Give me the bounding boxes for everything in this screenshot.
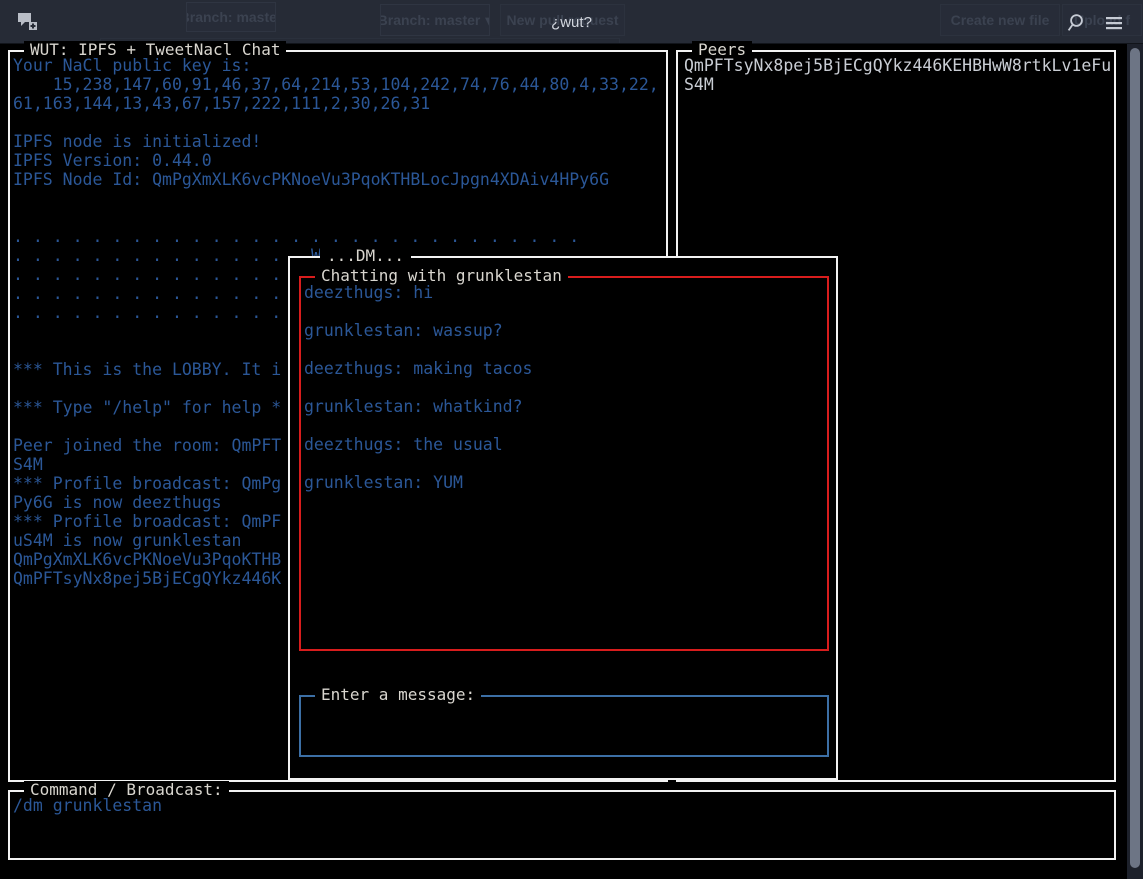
command-broadcast-input[interactable]: /dm grunklestan xyxy=(10,796,1114,815)
vertical-scrollbar-thumb[interactable] xyxy=(1130,48,1140,868)
command-broadcast-panel[interactable]: Command / Broadcast: /dm grunklestan xyxy=(8,781,1116,860)
dm-message-input-box[interactable]: Enter a message: xyxy=(299,686,829,757)
title-bar: Branch: master Branch: master ▾ New pull… xyxy=(0,0,1143,44)
dm-window: ...DM... Chatting with grunklestan deezt… xyxy=(288,247,838,780)
application-window: Branch: master Branch: master ▾ New pull… xyxy=(0,0,1143,879)
dm-message-list: deezthugs: hi grunklestan: wassup? deezt… xyxy=(304,283,533,492)
hamburger-menu-icon[interactable] xyxy=(1101,10,1127,36)
window-title: ¿wut? xyxy=(551,14,592,31)
dm-window-title: ...DM... xyxy=(320,247,412,265)
dm-chat-panel: Chatting with grunklestan deezthugs: hi … xyxy=(299,267,829,651)
search-icon[interactable] xyxy=(1065,10,1091,36)
terminal-ui: WUT: IPFS + TweetNacl Chat Your NaCl pub… xyxy=(0,41,1143,879)
vertical-scrollbar-track[interactable] xyxy=(1127,44,1143,879)
peers-list: QmPFTsyNx8pej5BjECgQYkz446KEHBHwW8rtkLv1… xyxy=(684,56,1112,94)
dm-message-input-label: Enter a message: xyxy=(315,686,482,704)
